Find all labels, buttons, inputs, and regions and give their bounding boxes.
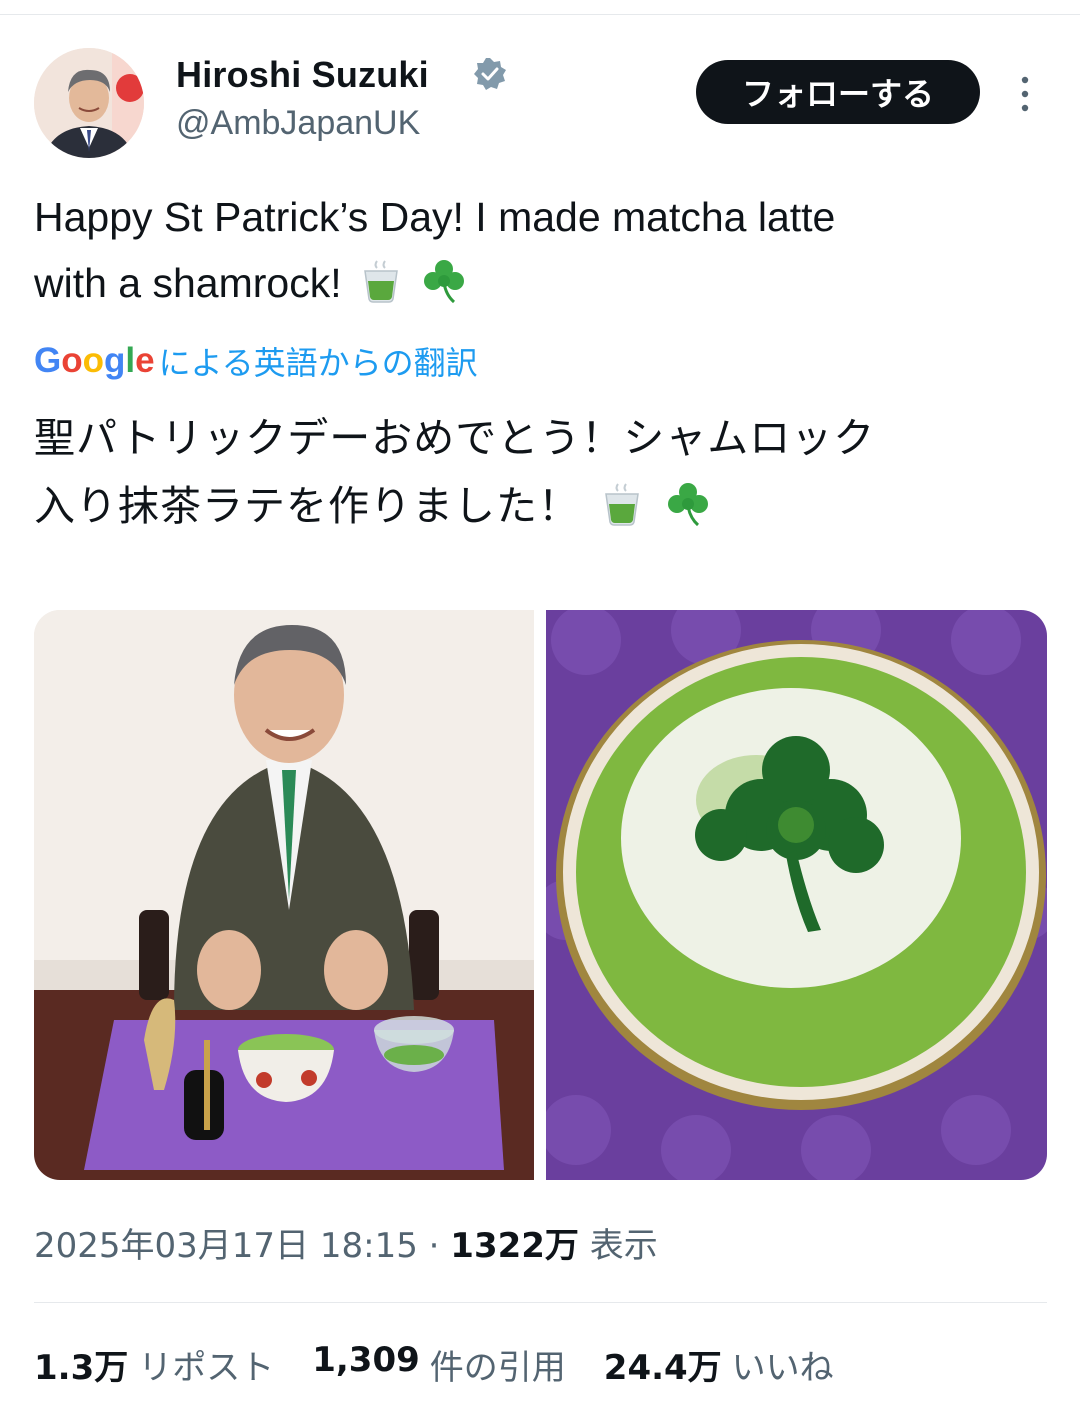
translated-text-line-1: 聖パトリックデーおめでとう！シャムロック [34, 414, 876, 462]
quotes-stat[interactable]: 1,309 件の引用 [312, 1340, 566, 1389]
top-divider [0, 14, 1080, 15]
user-handle[interactable]: @AmbJapanUK [176, 104, 420, 143]
display-name[interactable]: Hiroshi Suzuki [176, 54, 429, 96]
more-options-icon[interactable] [1010, 74, 1040, 114]
shamrock-emoji-icon [424, 260, 465, 304]
reposts-stat[interactable]: 1.3万 リポスト [34, 1340, 274, 1389]
photo-matcha-latte-shamrock[interactable] [546, 610, 1047, 1180]
meta-divider [34, 1302, 1047, 1303]
quotes-label: 件の引用 [429, 1348, 566, 1388]
verified-badge-icon[interactable] [472, 56, 508, 92]
avatar[interactable] [34, 48, 144, 158]
photo-man-with-matcha-set[interactable] [34, 610, 534, 1180]
reposts-count: 1.3万 [34, 1348, 129, 1388]
translated-text: 聖パトリックデーおめでとう！シャムロック 入り抹茶ラテを作りました！ [34, 404, 1044, 540]
tweet-text: Happy St Patrick’s Day! I made matcha la… [34, 184, 1044, 316]
tea-cup-emoji-icon [605, 483, 639, 526]
meta-separator: · [428, 1226, 440, 1266]
tweet-text-line-1: Happy St Patrick’s Day! I made matcha la… [34, 194, 836, 240]
views-count: 1322万 [450, 1226, 579, 1266]
tea-cup-emoji-icon [364, 260, 398, 303]
likes-count: 24.4万 [603, 1348, 722, 1388]
likes-label: いいね [731, 1348, 834, 1388]
translation-label[interactable]: による英語からの翻訳 [159, 338, 478, 384]
tweet-text-line-2: with a shamrock! [34, 260, 342, 306]
quotes-count: 1,309 [312, 1340, 420, 1380]
translation-attribution[interactable]: Google による英語からの翻訳 [34, 338, 478, 384]
shamrock-emoji-icon [668, 483, 709, 527]
tweet-meta: 2025年03月17日 18:15 · 1322万 表示 [34, 1218, 658, 1267]
follow-button[interactable]: フォローする [696, 60, 980, 124]
reposts-label: リポスト [138, 1348, 275, 1388]
engagement-stats: 1.3万 リポスト 1,309 件の引用 24.4万 いいね [34, 1340, 872, 1389]
translated-text-line-2: 入り抹茶ラテを作りました！ [34, 482, 580, 530]
google-logo: Google [34, 341, 155, 380]
timestamp[interactable]: 2025年03月17日 18:15 [34, 1226, 418, 1266]
views-label: 表示 [589, 1226, 658, 1266]
likes-stat[interactable]: 24.4万 いいね [604, 1340, 834, 1389]
